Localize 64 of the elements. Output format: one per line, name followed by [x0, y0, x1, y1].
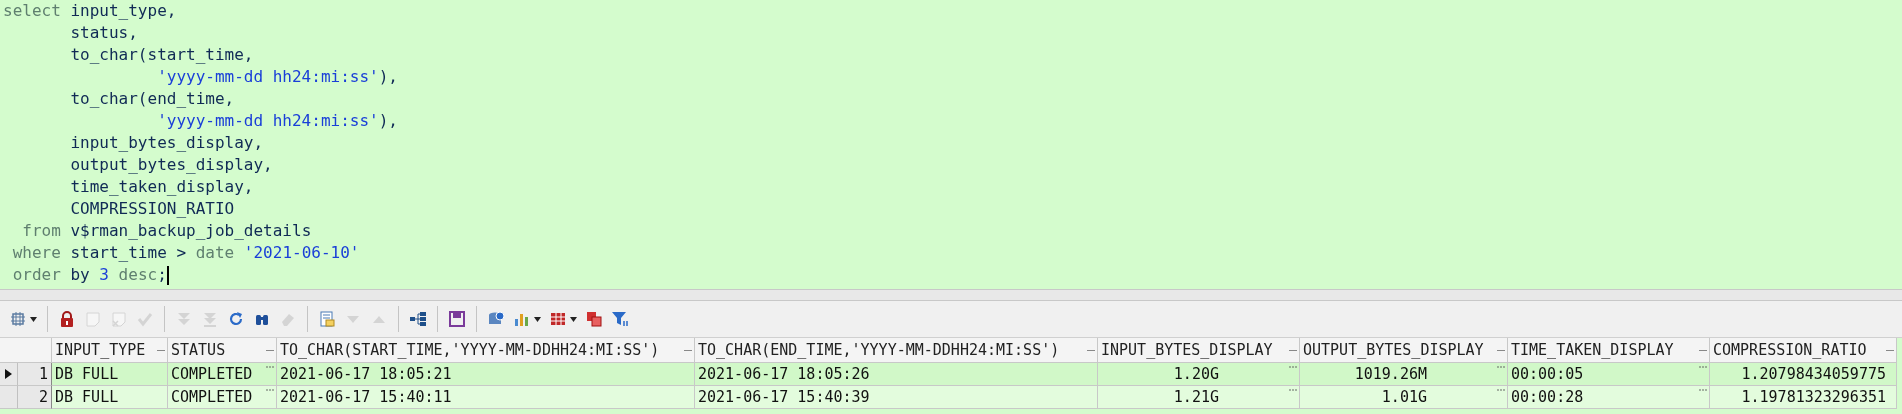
code-token: to_char(end_time,	[69, 88, 235, 110]
table-cell: 1.20798434059775	[1710, 363, 1897, 386]
more-icon[interactable]	[1497, 365, 1505, 369]
more-icon[interactable]	[1699, 365, 1707, 369]
code-token: input_type,	[70, 0, 177, 22]
table-cell: 2021-06-17 15:40:11	[277, 386, 695, 409]
code-token: order	[11, 264, 62, 286]
code-token: date	[195, 242, 236, 264]
code-token: ),	[378, 110, 398, 132]
table-cell: 1.21G	[1098, 386, 1300, 409]
note-icon	[84, 310, 102, 328]
save-icon	[448, 310, 466, 328]
table-cell: 1019.26M	[1300, 363, 1508, 386]
code-token: desc	[118, 264, 158, 286]
more-icon[interactable]	[1497, 388, 1505, 392]
code-token: time_taken_display,	[69, 176, 254, 198]
code-token: from	[21, 220, 62, 242]
refresh-icon	[227, 310, 245, 328]
grid-settings-icon	[9, 310, 27, 328]
more-icon[interactable]	[1699, 388, 1707, 392]
table-cell: 00:00:28	[1508, 386, 1710, 409]
table-cell: 00:00:05	[1508, 363, 1710, 386]
table-cell: 1.20G	[1098, 363, 1300, 386]
code-token: output_bytes_display,	[69, 154, 273, 176]
hierarchy-icon	[409, 310, 427, 328]
lock-icon	[58, 310, 76, 328]
filter-icon	[611, 310, 629, 328]
more-icon[interactable]	[1289, 365, 1297, 369]
code-token: 'yyyy-mm-dd hh24:mi:ss'	[156, 66, 379, 88]
code-token: input_bytes_display,	[69, 132, 264, 154]
code-token: to_char(start_time,	[69, 44, 254, 66]
check-icon	[136, 310, 154, 328]
code-token: ;	[157, 264, 167, 286]
more-icon[interactable]	[266, 388, 274, 392]
note-delete-icon	[110, 310, 128, 328]
move-down-icon	[201, 310, 219, 328]
more-icon[interactable]	[266, 365, 274, 369]
copy-icon	[585, 310, 603, 328]
table-cell: COMPLETED	[168, 363, 277, 386]
table-cell: COMPLETED	[168, 386, 277, 409]
code-token: '2021-06-10'	[243, 242, 360, 264]
code-token: COMPRESSION_RATIO	[69, 198, 235, 220]
table-cell: 2021-06-17 15:40:39	[695, 386, 1098, 409]
row-number: 2	[18, 386, 52, 409]
code-token: by	[70, 264, 91, 286]
code-token: 'yyyy-mm-dd hh24:mi:ss'	[156, 110, 379, 132]
table-icon	[549, 310, 567, 328]
code-token: select	[3, 0, 62, 22]
table-cell: 1.01G	[1300, 386, 1508, 409]
table-cell: DB FULL	[52, 363, 168, 386]
code-token: 3	[99, 264, 110, 286]
code-token: start_time >	[70, 242, 188, 264]
form-view-icon	[318, 310, 336, 328]
splitter[interactable]	[0, 289, 1902, 301]
more-icon[interactable]	[1289, 388, 1297, 392]
code-token: ),	[378, 66, 398, 88]
table-cell: DB FULL	[52, 386, 168, 409]
code-token: v$rman_backup_job_details	[70, 220, 312, 242]
code-token: status,	[69, 22, 138, 44]
table-cell: 1.19781323296351	[1710, 386, 1897, 409]
code-token: where	[11, 242, 62, 264]
table-cell: 2021-06-17 18:05:26	[695, 363, 1098, 386]
row-number: 1	[18, 363, 52, 386]
table-cell: 2021-06-17 18:05:21	[277, 363, 695, 386]
